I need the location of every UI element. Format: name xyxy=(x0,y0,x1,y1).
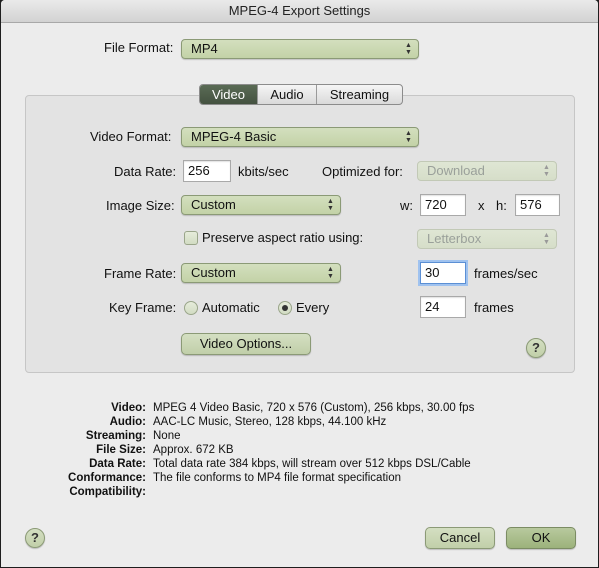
window-title: MPEG-4 Export Settings xyxy=(1,0,598,23)
summary-value: Total data rate 384 kbps, will stream ov… xyxy=(153,458,471,470)
file-format-popup[interactable]: MP4 ▲ ▼ xyxy=(181,39,419,59)
height-label: h: xyxy=(496,198,507,213)
video-format-label: Video Format: xyxy=(90,129,172,144)
key-frame-unit: frames xyxy=(474,300,514,315)
video-options-button[interactable]: Video Options... xyxy=(181,333,311,355)
summary-key: Compatibility: xyxy=(69,486,146,498)
summary-value: Approx. 672 KB xyxy=(153,444,234,456)
updown-arrows-icon: ▲ ▼ xyxy=(543,164,550,178)
updown-arrows-icon: ▲ ▼ xyxy=(405,130,412,144)
width-label: w: xyxy=(400,198,413,213)
tab-audio[interactable]: Audio xyxy=(258,85,317,104)
ok-button[interactable]: OK xyxy=(506,527,576,549)
frame-rate-input[interactable]: 30 xyxy=(420,262,466,284)
summary-value: None xyxy=(153,430,181,442)
summary-value: AAC-LC Music, Stereo, 128 kbps, 44.100 k… xyxy=(153,416,387,428)
optimized-for-label: Optimized for: xyxy=(322,164,403,179)
frame-rate-popup[interactable]: Custom ▲ ▼ xyxy=(181,263,341,283)
export-settings-window: MPEG-4 Export Settings File Format: MP4 … xyxy=(1,0,598,567)
file-format-label: File Format: xyxy=(104,40,174,55)
frame-rate-label: Frame Rate: xyxy=(104,266,177,281)
preserve-aspect-checkbox[interactable] xyxy=(184,231,198,245)
tab-video[interactable]: Video xyxy=(200,85,258,104)
image-size-value: Custom xyxy=(191,197,236,212)
height-input[interactable]: 576 xyxy=(515,194,560,216)
video-format-popup[interactable]: MPEG-4 Basic ▲ ▼ xyxy=(181,127,419,147)
summary-value: MPEG 4 Video Basic, 720 x 576 (Custom), … xyxy=(153,402,475,414)
updown-arrows-icon: ▲ ▼ xyxy=(327,198,334,212)
key-frame-label: Key Frame: xyxy=(109,300,177,315)
help-icon[interactable]: ? xyxy=(526,338,546,358)
optimized-for-value: Download xyxy=(427,163,485,178)
data-rate-label: Data Rate: xyxy=(114,164,177,179)
data-rate-unit: kbits/sec xyxy=(238,164,289,179)
key-frame-automatic-label: Automatic xyxy=(202,300,260,315)
cancel-button[interactable]: Cancel xyxy=(425,527,495,549)
summary-value: The file conforms to MP4 file format spe… xyxy=(153,472,401,484)
updown-arrows-icon: ▲ ▼ xyxy=(543,232,550,246)
image-size-popup[interactable]: Custom ▲ ▼ xyxy=(181,195,341,215)
key-frame-every-input[interactable]: 24 xyxy=(420,296,466,318)
video-format-value: MPEG-4 Basic xyxy=(191,129,277,144)
summary-key: Streaming: xyxy=(85,430,146,442)
image-size-label: Image Size: xyxy=(106,198,175,213)
help-icon[interactable]: ? xyxy=(25,528,45,548)
frame-rate-value: Custom xyxy=(191,265,236,280)
data-rate-input[interactable]: 256 xyxy=(183,160,231,182)
frame-rate-unit: frames/sec xyxy=(474,266,538,281)
preserve-aspect-popup[interactable]: Letterbox ▲ ▼ xyxy=(417,229,557,249)
width-input[interactable]: 720 xyxy=(420,194,466,216)
updown-arrows-icon: ▲ ▼ xyxy=(405,42,412,56)
summary-key: File Size: xyxy=(96,444,146,456)
summary-key: Conformance: xyxy=(68,472,146,484)
tab-streaming[interactable]: Streaming xyxy=(317,85,402,104)
tab-bar: Video Audio Streaming xyxy=(199,84,403,105)
preserve-aspect-value: Letterbox xyxy=(427,231,482,246)
updown-arrows-icon: ▲ ▼ xyxy=(327,266,334,280)
summary-key: Audio: xyxy=(109,416,146,428)
key-frame-every-label: Every xyxy=(296,300,330,315)
key-frame-every-radio[interactable] xyxy=(278,301,292,315)
key-frame-automatic-radio[interactable] xyxy=(184,301,198,315)
summary-key: Data Rate: xyxy=(89,458,146,470)
times-label: x xyxy=(478,198,485,213)
optimized-for-popup[interactable]: Download ▲ ▼ xyxy=(417,161,557,181)
file-format-value: MP4 xyxy=(191,41,218,56)
summary-key: Video: xyxy=(111,402,146,414)
preserve-aspect-label: Preserve aspect ratio using: xyxy=(202,230,364,245)
